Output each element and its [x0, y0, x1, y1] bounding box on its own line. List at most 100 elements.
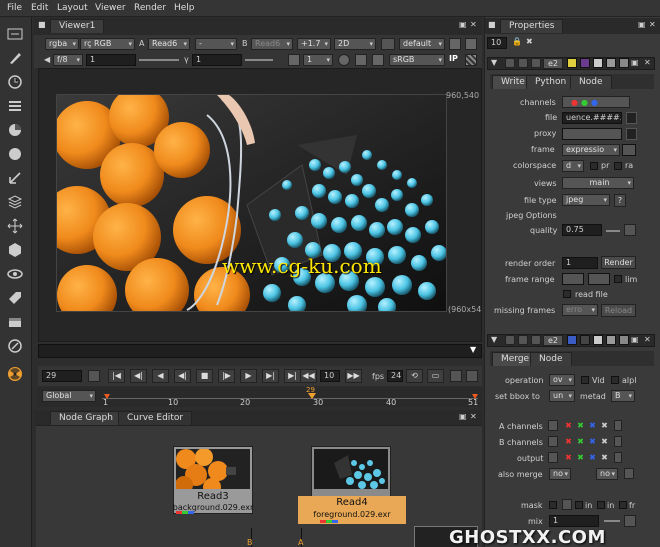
render-button[interactable]: Render [601, 256, 636, 269]
write-undo-icon[interactable] [593, 58, 603, 68]
write-node-name[interactable]: e2 [543, 58, 563, 69]
frame-range-start-field[interactable] [562, 273, 584, 285]
frame-mode-dropdown[interactable]: expressio [562, 144, 620, 156]
operation-dropdown[interactable]: ov [549, 374, 575, 386]
float-panel-icon[interactable]: ▣ [459, 20, 467, 29]
roi-icon[interactable] [338, 54, 350, 66]
output-toggle[interactable] [548, 452, 558, 463]
proxy-icon[interactable] [288, 54, 300, 66]
write-colorspace-dropdown[interactable]: d [562, 160, 584, 172]
write-name-icon[interactable] [531, 58, 541, 68]
node-graph-canvas[interactable]: Read3 background.029.exr Read4 foregroun… [36, 425, 482, 547]
keyer-icon[interactable] [6, 169, 24, 187]
view-mode-dropdown[interactable]: 2D [334, 38, 376, 50]
also-merge-extra-icon[interactable] [624, 468, 634, 479]
next-keyframe-button[interactable]: ▶| [262, 369, 279, 383]
merge-undo-icon[interactable] [593, 335, 603, 345]
a-channels-alpha-icon[interactable]: ✖ [600, 421, 609, 430]
frame-lock-icon[interactable] [88, 370, 100, 382]
other-icon[interactable] [6, 337, 24, 355]
zoom-fit-icon[interactable] [449, 38, 461, 50]
write-close-icon[interactable]: ✕ [644, 58, 651, 67]
channel-icon[interactable] [6, 97, 24, 115]
b-channels-red-icon[interactable]: ✖ [564, 437, 573, 446]
loop-mode-button[interactable]: ⟲ [406, 369, 423, 383]
write-revert-icon[interactable] [619, 58, 629, 68]
properties-float-icon[interactable]: ▣ [638, 20, 646, 29]
wipe-icon[interactable] [465, 54, 477, 66]
metadata-dropdown[interactable]: B [611, 390, 635, 402]
merge-tile-color-icon[interactable] [567, 335, 577, 345]
step-back-button[interactable]: ◀◀ [300, 369, 317, 383]
set-bbox-dropdown[interactable]: un [549, 390, 575, 402]
b-channels-dropdown[interactable] [614, 436, 622, 447]
gamma-slider[interactable] [245, 59, 273, 61]
timeline[interactable]: Global 1 10 20 30 40 51 29 [38, 386, 482, 407]
write-tile-color-icon[interactable] [567, 58, 577, 68]
menu-help[interactable]: Help [174, 3, 195, 13]
lut-dropdown[interactable]: sRGB [389, 54, 445, 66]
read-file-checkbox[interactable] [563, 290, 571, 298]
views-dropdown[interactable]: main [562, 177, 634, 189]
transform-icon[interactable] [6, 217, 24, 235]
a-channels-dropdown[interactable] [614, 420, 622, 431]
mask-channel-dropdown[interactable] [562, 499, 572, 510]
image-tools-icon[interactable] [6, 25, 24, 43]
nodegraph-close-icon[interactable]: ✕ [470, 412, 477, 421]
missing-frames-dropdown[interactable]: erro [562, 304, 598, 316]
write-center-icon[interactable] [518, 58, 528, 68]
range-mode-dropdown[interactable]: Global [42, 390, 96, 402]
input-process-label[interactable]: IP [449, 54, 458, 63]
file-field[interactable]: uence.####. [562, 112, 622, 124]
output-alpha-icon[interactable]: ✖ [600, 453, 609, 462]
merge-viewer-icon[interactable] [505, 335, 515, 345]
tab-node-graph[interactable]: Node Graph [50, 411, 122, 425]
frame-range-end-field[interactable] [588, 273, 610, 285]
mix-slider[interactable] [604, 520, 620, 522]
viewer-tab-menu-icon[interactable]: ■ [38, 20, 46, 29]
draw-icon[interactable] [6, 49, 24, 67]
filter-icon[interactable] [6, 145, 24, 163]
max-panels-field[interactable]: 10 [487, 37, 507, 49]
video-colorspace-checkbox[interactable] [581, 376, 589, 384]
tab-merge-node[interactable]: Node [530, 352, 572, 366]
menu-render[interactable]: Render [134, 3, 166, 13]
3d-icon[interactable] [6, 241, 24, 259]
gain-slider[interactable] [139, 59, 179, 61]
out-point-marker[interactable] [472, 394, 478, 399]
write-collapse-icon[interactable]: ▼ [491, 58, 497, 67]
nuke-logo-icon[interactable] [6, 365, 24, 383]
merge-revert-icon[interactable] [619, 335, 629, 345]
merge-close-icon[interactable]: ✕ [644, 335, 651, 344]
b-channels-green-icon[interactable]: ✖ [576, 437, 585, 446]
info-bar-dropdown-icon[interactable]: ▼ [470, 345, 476, 354]
color-icon[interactable] [6, 121, 24, 139]
write-gl-color-icon[interactable] [580, 58, 590, 68]
alpha-masking-checkbox[interactable] [611, 376, 619, 384]
a-input-dropdown[interactable]: Read6 [148, 38, 190, 50]
lock-properties-icon[interactable]: 🔒 [512, 37, 522, 46]
merge-icon[interactable] [6, 193, 24, 211]
play-backward-button[interactable]: ◀| [174, 369, 191, 383]
a-channels-red-icon[interactable]: ✖ [564, 421, 573, 430]
lock-icon[interactable] [381, 38, 395, 50]
first-frame-button[interactable]: |◀ [108, 369, 125, 383]
quality-curve-icon[interactable] [624, 224, 636, 236]
next-frame-button[interactable]: ▶ [240, 369, 257, 383]
merge-center-icon[interactable] [518, 335, 528, 345]
render-order-field[interactable]: 1 [562, 257, 598, 269]
playhead-marker[interactable] [308, 393, 316, 399]
step-forward-button[interactable]: ▶▶ [345, 369, 362, 383]
mix-field[interactable]: 1 [549, 515, 599, 527]
a-b-operation-dropdown[interactable]: - [195, 38, 237, 50]
merge-node-name[interactable]: e2 [543, 335, 563, 346]
also-merge-dropdown[interactable]: no [549, 468, 571, 480]
b-input-dropdown[interactable]: Read6 [251, 38, 293, 50]
output-green-icon[interactable]: ✖ [576, 453, 585, 462]
write-float-icon[interactable]: ▣ [631, 58, 639, 67]
metadata-icon[interactable] [6, 289, 24, 307]
proxy-browse-icon[interactable] [626, 128, 637, 140]
menu-edit[interactable]: Edit [31, 3, 48, 13]
gain-field[interactable]: 1 [86, 54, 136, 66]
a-channels-toggle[interactable] [548, 420, 558, 431]
